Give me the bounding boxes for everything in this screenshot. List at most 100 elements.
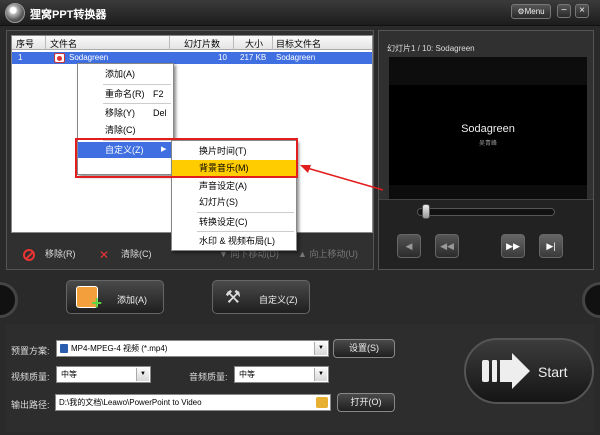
submenu-divider <box>197 231 294 232</box>
submenu-item-slides[interactable]: 幻灯片(S) <box>172 194 296 210</box>
menu-divider <box>103 84 171 85</box>
remove-action[interactable]: 移除(R) <box>23 246 76 262</box>
column-header-slides[interactable]: 幻灯片数 <box>184 37 220 50</box>
customize-button[interactable]: ⚒ 自定义(Z) <box>212 280 310 314</box>
chevron-down-icon: ▼ <box>314 368 327 381</box>
preview-screen: Sodagreen 吴青峰 <box>389 57 587 220</box>
clear-action[interactable]: ✕ 清除(C) <box>99 246 152 262</box>
move-up-action[interactable]: ▲ 向上移动(U) <box>298 246 358 262</box>
submenu-item-convert-settings[interactable]: 转换设定(C) <box>172 214 296 230</box>
context-menu: 添加(A) 重命名(R) F2 移除(Y) Del 清除(C) 自定义(Z) <box>77 63 174 175</box>
clear-icon: ✕ <box>99 247 110 262</box>
submenu-item-background-music[interactable]: 背景音乐(M) <box>172 160 296 176</box>
submenu-item-slides-label: 幻灯片(S) <box>199 197 238 207</box>
preset-value: MP4-MPEG-4 视频 (*.mp4) <box>71 344 168 353</box>
start-arrow-icon <box>482 353 530 389</box>
menu-item-remove-shortcut: Del <box>153 108 167 118</box>
decorative-ring-right <box>582 282 600 318</box>
player-controls: ◀ ◀◀ ▶▶ ▶| <box>379 199 593 269</box>
audio-quality-label: 音频质量: <box>189 372 228 382</box>
remove-icon <box>23 248 35 261</box>
menu-item-clear[interactable]: 清除(C) <box>78 122 173 138</box>
title-bar: 狸窝PPT转换器 ⚙Menu − × <box>0 0 600 26</box>
column-header-index[interactable]: 序号 <box>16 37 34 50</box>
menu-item-add-label: 添加(A) <box>105 69 135 79</box>
tools-icon: ⚒ <box>224 287 242 307</box>
submenu-item-convert-settings-label: 转换设定(C) <box>199 217 248 227</box>
row-slides: 10 <box>218 53 227 62</box>
video-quality-label: 视频质量: <box>11 372 50 382</box>
rewind-button[interactable]: ◀◀ <box>435 234 459 258</box>
slide-preview: Sodagreen 吴青峰 <box>389 85 587 185</box>
preview-title: 幻灯片1 / 10: Sodagreen <box>387 44 475 53</box>
table-header: 序号 文件名 幻灯片数 大小 目标文件名 <box>12 36 372 50</box>
column-divider <box>272 36 273 50</box>
seek-handle[interactable] <box>422 204 430 219</box>
video-quality-select[interactable]: 中等 ▼ <box>56 366 151 383</box>
folder-icon[interactable] <box>316 397 328 408</box>
start-button[interactable]: Start <box>464 338 594 404</box>
row-filename: Sodagreen <box>69 53 109 62</box>
submenu-item-transition-time[interactable]: 换片时间(T) <box>172 143 296 159</box>
output-path-value: D:\我的文档\Leawo\PowerPoint to Video <box>59 398 202 407</box>
submenu-item-background-music-label: 背景音乐(M) <box>199 163 249 173</box>
preview-panel: 幻灯片1 / 10: Sodagreen Sodagreen 吴青峰 ◀ ◀◀ … <box>378 30 594 270</box>
menu-divider <box>103 140 171 141</box>
seek-bar[interactable] <box>417 208 555 216</box>
move-up-label: 向上移动(U) <box>309 249 358 259</box>
app-title: 狸窝PPT转换器 <box>30 9 107 21</box>
menu-item-rename-shortcut: F2 <box>153 89 164 99</box>
app-window: 狸窝PPT转换器 ⚙Menu − × 序号 文件名 幻灯片数 大小 目标文件名 … <box>0 0 600 435</box>
chevron-down-icon: ▼ <box>314 342 327 355</box>
forward-button[interactable]: ▶▶ <box>501 234 525 258</box>
column-divider <box>45 36 46 50</box>
menu-item-customize[interactable]: 自定义(Z) <box>78 142 173 158</box>
customize-submenu: 换片时间(T) 背景音乐(M) 声音设定(A) 幻灯片(S) 转换设定(C) 水… <box>171 140 297 251</box>
column-header-filename[interactable]: 文件名 <box>50 37 77 50</box>
clear-action-label: 清除(C) <box>121 249 152 259</box>
menu-button-label: Menu <box>524 7 545 16</box>
video-format-icon <box>60 344 68 353</box>
settings-button[interactable]: 设置(S) <box>333 339 395 358</box>
menu-divider <box>103 103 171 104</box>
output-path-label: 输出路径: <box>11 400 50 410</box>
submenu-item-watermark-layout-label: 水印 & 视频布局(L) <box>199 236 276 246</box>
table-row[interactable]: 1 Sodagreen 10 217 KB Sodagreen <box>12 52 372 64</box>
row-size: 217 KB <box>240 53 267 62</box>
open-button[interactable]: 打开(O) <box>337 393 395 412</box>
slide-subtitle: 吴青峰 <box>478 141 497 147</box>
submenu-item-audio-settings-label: 声音设定(A) <box>199 181 247 191</box>
video-quality-value: 中等 <box>61 370 77 379</box>
menu-item-remove[interactable]: 移除(Y) Del <box>78 105 173 121</box>
menu-button[interactable]: ⚙Menu <box>511 4 551 19</box>
menu-item-clear-label: 清除(C) <box>105 125 136 135</box>
menu-item-customize-label: 自定义(Z) <box>105 145 144 155</box>
add-file-icon <box>76 286 102 314</box>
minimize-button[interactable]: − <box>557 4 571 18</box>
add-button[interactable]: 添加(A) <box>66 280 164 314</box>
next-slide-button[interactable]: ▶| <box>539 234 563 258</box>
chevron-down-icon: ▼ <box>136 368 149 381</box>
menu-item-rename[interactable]: 重命名(R) F2 <box>78 86 173 102</box>
menu-item-rename-label: 重命名(R) <box>105 89 145 99</box>
column-header-target[interactable]: 目标文件名 <box>276 37 321 50</box>
column-header-size[interactable]: 大小 <box>245 37 263 50</box>
slide-title: Sodagreen <box>461 123 515 135</box>
submenu-item-audio-settings[interactable]: 声音设定(A) <box>172 178 296 194</box>
audio-quality-select[interactable]: 中等 ▼ <box>234 366 329 383</box>
submenu-item-transition-time-label: 换片时间(T) <box>199 146 247 156</box>
close-button[interactable]: × <box>575 4 589 18</box>
submenu-item-watermark-layout[interactable]: 水印 & 视频布局(L) <box>172 233 296 249</box>
prev-slide-button[interactable]: ◀ <box>397 234 421 258</box>
preset-label: 预置方案: <box>11 346 50 356</box>
column-divider <box>233 36 234 50</box>
add-button-label: 添加(A) <box>117 295 147 305</box>
decorative-ring-left <box>0 282 18 318</box>
audio-quality-value: 中等 <box>239 370 255 379</box>
column-divider <box>169 36 170 50</box>
arrow-up-icon: ▲ <box>298 249 307 259</box>
preset-select[interactable]: MP4-MPEG-4 视频 (*.mp4) ▼ <box>56 340 329 357</box>
output-path-field[interactable]: D:\我的文档\Leawo\PowerPoint to Video <box>55 394 331 411</box>
menu-item-add[interactable]: 添加(A) <box>78 66 173 82</box>
submenu-divider <box>197 212 294 213</box>
